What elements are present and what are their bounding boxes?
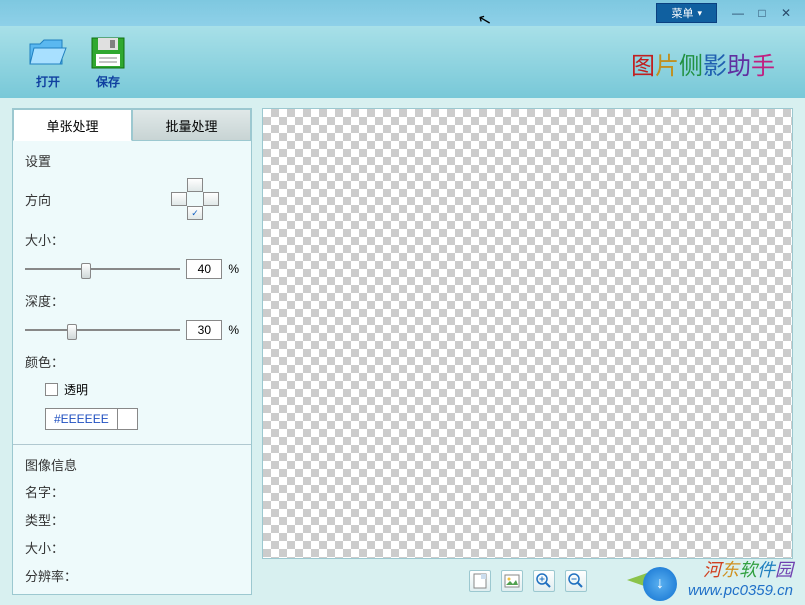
color-row: 颜色： xyxy=(25,352,239,371)
canvas-toolbar xyxy=(262,567,793,595)
color-swatch-button[interactable] xyxy=(118,408,138,430)
depth-label: 深度： xyxy=(25,291,64,310)
panel-body: 设置 方向 ✓ 大小： xyxy=(13,141,251,594)
settings-section-title: 设置 xyxy=(25,151,239,170)
info-size-row: 大小： xyxy=(25,538,239,557)
info-resolution-row: 分辨率： xyxy=(25,566,239,585)
depth-row: 深度： xyxy=(25,291,239,310)
open-button[interactable]: 打开 xyxy=(28,35,68,90)
picture-icon xyxy=(504,574,520,588)
percent-label: % xyxy=(228,262,239,276)
size-input[interactable] xyxy=(186,259,222,279)
direction-left-button[interactable] xyxy=(171,192,187,206)
color-label: 颜色： xyxy=(25,352,64,371)
color-picker-row: #EEEEEE xyxy=(45,408,239,430)
transparent-label: 透明 xyxy=(64,381,88,398)
image-button[interactable] xyxy=(501,570,523,592)
content-area: 单张处理 批量处理 设置 方向 ✓ 大小： xyxy=(0,98,805,605)
direction-down-button[interactable]: ✓ xyxy=(187,206,203,220)
size-slider[interactable] xyxy=(25,259,180,279)
direction-up-button[interactable] xyxy=(187,178,203,192)
save-label: 保存 xyxy=(96,73,120,90)
size-slider-thumb[interactable] xyxy=(81,263,91,279)
app-title: 图片侧影助手 xyxy=(631,46,775,81)
size-slider-row: % xyxy=(25,259,239,279)
folder-open-icon xyxy=(28,35,68,71)
maximize-button[interactable]: □ xyxy=(751,5,773,21)
direction-row: 方向 ✓ xyxy=(25,178,239,220)
new-page-button[interactable] xyxy=(469,570,491,592)
depth-slider-thumb[interactable] xyxy=(67,324,77,340)
info-type-row: 类型： xyxy=(25,510,239,529)
size-label: 大小： xyxy=(25,230,64,249)
divider xyxy=(13,444,251,445)
app-window: 菜单 ▾ — □ ✕ ↖ 打开 保存 图片侧影助手 单张处理 xyxy=(0,0,805,605)
color-hex-display: #EEEEEE xyxy=(45,408,118,430)
image-canvas[interactable] xyxy=(262,108,793,559)
watermark-logo-icon: ↓ xyxy=(643,567,677,601)
transparent-row: 透明 xyxy=(45,381,239,398)
info-name-row: 名字： xyxy=(25,482,239,501)
left-panel: 单张处理 批量处理 设置 方向 ✓ 大小： xyxy=(12,108,252,595)
zoom-in-icon xyxy=(536,573,552,589)
percent-label-2: % xyxy=(228,323,239,337)
save-button[interactable]: 保存 xyxy=(88,35,128,90)
zoom-out-icon xyxy=(568,573,584,589)
tab-batch-process[interactable]: 批量处理 xyxy=(132,109,251,141)
floppy-disk-icon xyxy=(88,35,128,71)
right-panel xyxy=(262,108,793,595)
direction-right-button[interactable] xyxy=(203,192,219,206)
open-label: 打开 xyxy=(36,73,60,90)
menu-label: 菜单 xyxy=(671,5,693,21)
menu-dropdown-button[interactable]: 菜单 ▾ xyxy=(656,3,717,23)
minimize-button[interactable]: — xyxy=(727,5,749,21)
direction-pad: ✓ xyxy=(171,178,219,220)
tab-bar: 单张处理 批量处理 xyxy=(13,109,251,141)
close-button[interactable]: ✕ xyxy=(775,5,797,21)
direction-label: 方向 xyxy=(25,190,75,209)
depth-slider-row: % xyxy=(25,320,239,340)
zoom-in-button[interactable] xyxy=(533,570,555,592)
tab-single-process[interactable]: 单张处理 xyxy=(13,109,132,141)
depth-slider[interactable] xyxy=(25,320,180,340)
zoom-out-button[interactable] xyxy=(565,570,587,592)
chevron-down-icon: ▾ xyxy=(697,8,702,19)
image-info-section-title: 图像信息 xyxy=(25,455,239,474)
size-row: 大小： xyxy=(25,230,239,249)
toolbar: 打开 保存 图片侧影助手 xyxy=(0,26,805,98)
depth-input[interactable] xyxy=(186,320,222,340)
transparent-checkbox[interactable] xyxy=(45,383,58,396)
window-controls: — □ ✕ xyxy=(727,5,797,21)
page-icon xyxy=(473,573,487,589)
titlebar: 菜单 ▾ — □ ✕ xyxy=(0,0,805,26)
